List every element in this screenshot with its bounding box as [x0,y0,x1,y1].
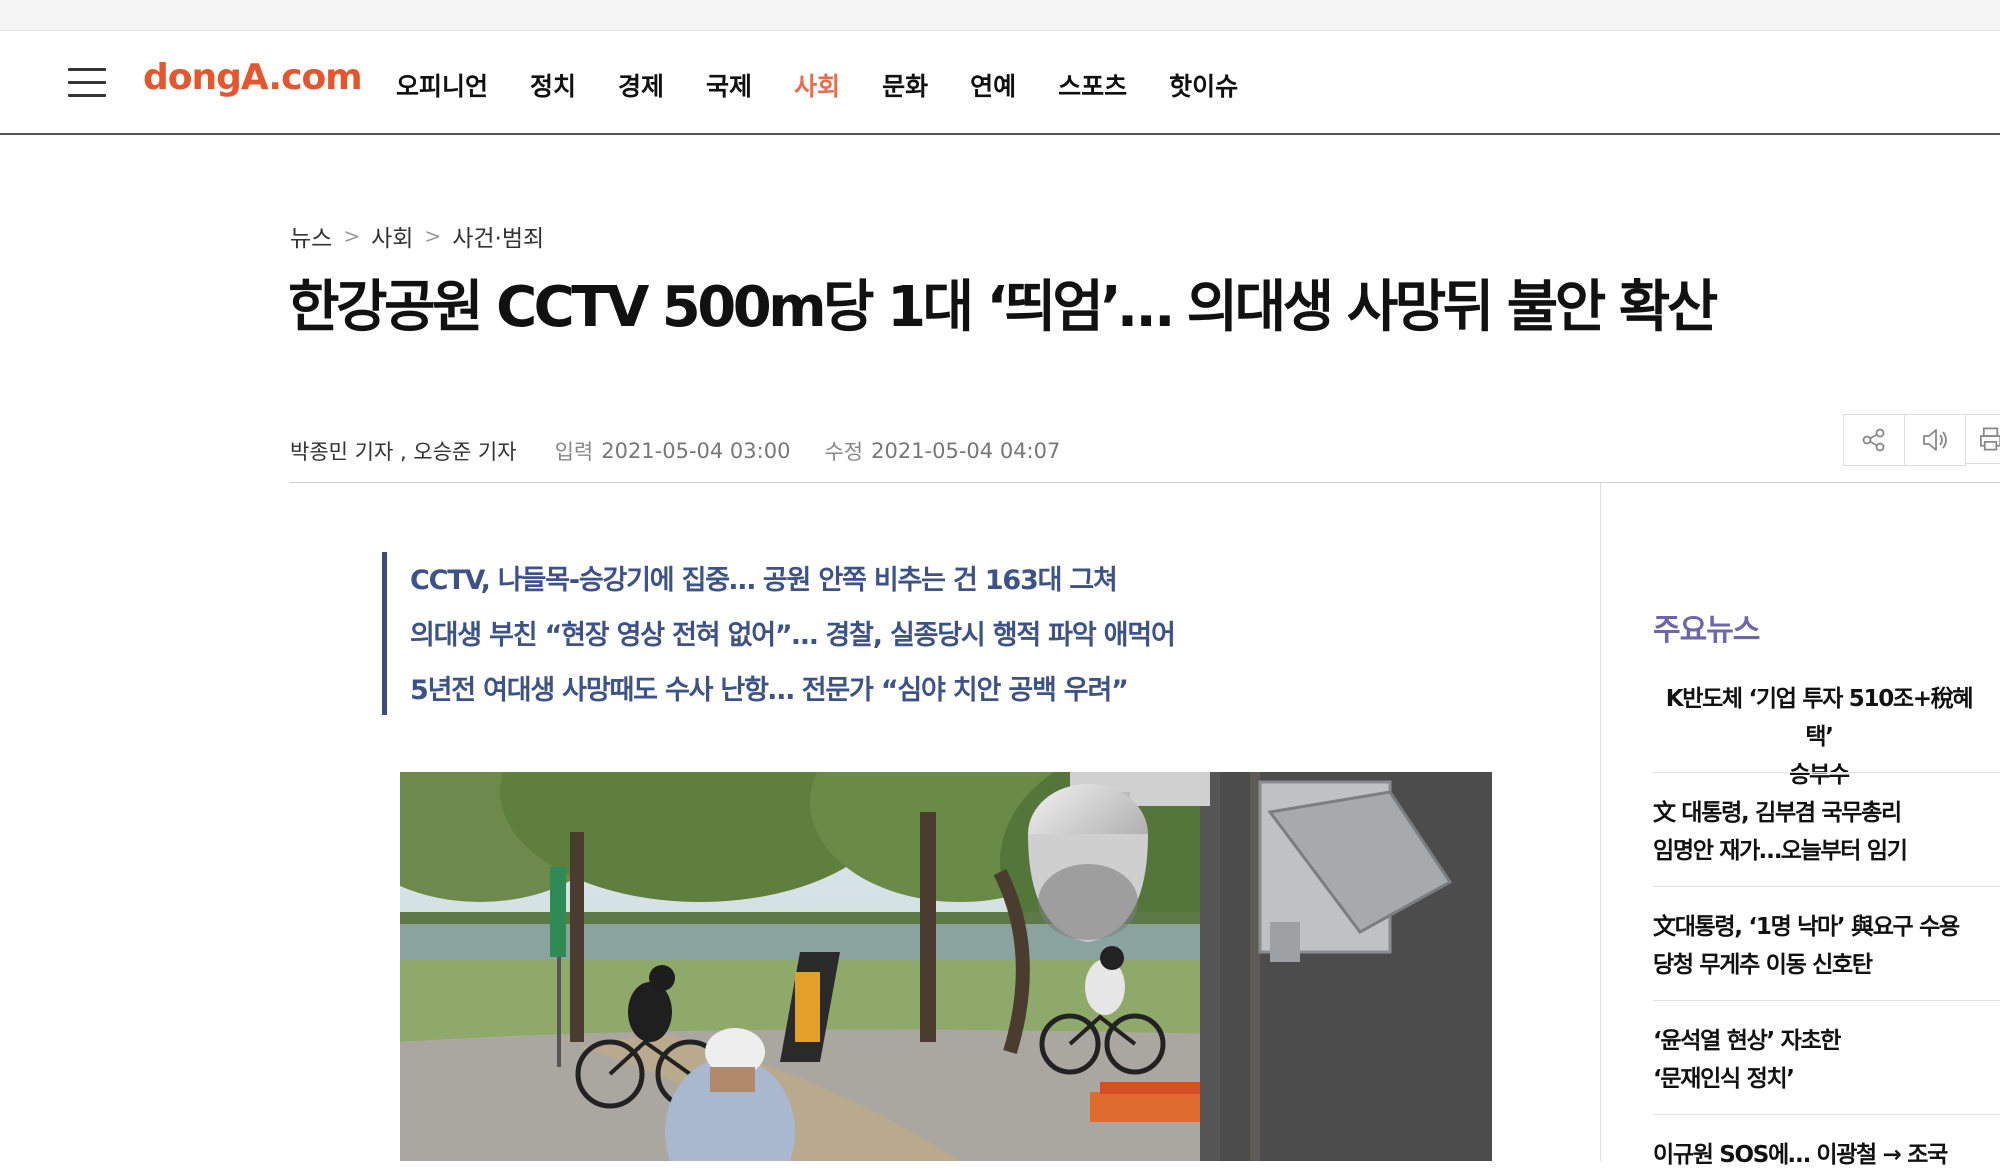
news-line: 당청 무게추 이동 신호탄 [1653,952,1873,978]
summary-line: 5년전 여대생 사망때도 수사 난항… 전문가 “심야 치안 공백 우려” [410,675,1129,706]
nav-item-politics[interactable]: 정치 [530,67,576,103]
news-line: K반도체 ‘기업 투자 510조+稅혜택’ [1665,686,1974,750]
nav-item-economy[interactable]: 경제 [618,67,664,103]
news-line: 이규원 SOS에… 이광철 → 조국 [1653,1142,1948,1168]
sidebar-news-item[interactable]: 文대통령, ‘1명 낙마’ 與요구 수용 당청 무게추 이동 신호탄 [1653,908,2000,984]
share-button[interactable] [1843,414,1905,466]
sidebar-divider-line [1653,1114,2000,1115]
summary-line: CCTV, 나들목-승강기에 집중… 공원 안쪽 비추는 건 163대 그쳐 [410,565,1118,596]
article-summary: CCTV, 나들목-승강기에 집중… 공원 안쪽 비추는 건 163대 그쳐 의… [382,552,1287,715]
article-photo[interactable] [400,772,1492,1161]
listen-button[interactable] [1904,414,1966,466]
breadcrumb-crime[interactable]: 사건·범죄 [452,219,544,253]
browser-top-strip [0,0,2000,31]
input-date: 2021-05-04 03:00 [601,439,791,463]
article-authors[interactable]: 박종민 기자 , 오승준 기자 [290,436,517,466]
main-nav: 오피니언 정치 경제 국제 사회 문화 연예 스포츠 핫이슈 [396,67,1280,103]
sidebar-divider-line [1653,772,2000,773]
breadcrumb-society[interactable]: 사회 [371,219,413,253]
sidebar-news-item[interactable]: 文 대통령, 김부겸 국무총리 임명안 재가…오늘부터 임기 [1653,794,2000,870]
breadcrumb-separator: > [424,224,442,248]
sidebar-title: 주요뉴스 [1653,613,1760,648]
breadcrumb: 뉴스 > 사회 > 사건·범죄 [290,219,544,253]
news-line: 文대통령, ‘1명 낙마’ 與요구 수용 [1653,914,1960,940]
modified-date: 2021-05-04 04:07 [871,439,1061,463]
hamburger-menu-icon[interactable] [68,68,106,98]
nav-item-sports[interactable]: 스포츠 [1058,67,1127,103]
share-icon [1862,428,1885,452]
article-headline: 한강공원 CCTV 500m당 1대 ‘띄엄’… 의대생 사망뒤 불안 확산 [288,275,1718,340]
sidebar-news-item[interactable]: ‘윤석열 현상’ 자초한 ‘문재인식 정치’ [1653,1022,2000,1098]
article-tools [1843,414,2000,466]
speaker-icon [1923,429,1947,451]
sidebar-news-item[interactable]: 이규원 SOS에… 이광철 → 조국 [1653,1136,2000,1174]
news-line: 文 대통령, 김부겸 국무총리 [1653,800,1902,826]
sidebar-divider-line [1653,1000,2000,1001]
sidebar-news-item[interactable]: K반도체 ‘기업 투자 510조+稅혜택’ 승부수 [1653,680,1985,794]
article-meta: 박종민 기자 , 오승준 기자 입력 2021-05-04 03:00 수정 2… [290,436,1060,466]
nav-item-entertainment[interactable]: 연예 [970,67,1016,103]
print-button[interactable] [1965,414,2000,464]
site-logo[interactable]: dongA.com [143,57,363,98]
meta-divider [289,482,2000,483]
nav-item-international[interactable]: 국제 [706,67,752,103]
news-line: ‘문재인식 정치’ [1653,1066,1795,1092]
nav-item-hot-issue[interactable]: 핫이슈 [1169,67,1238,103]
print-icon [1980,427,2000,451]
summary-line: 의대생 부친 “현장 영상 전혀 없어”… 경찰, 실종당시 행적 파악 애먹어 [410,620,1176,651]
site-header: dongA.com 오피니언 정치 경제 국제 사회 문화 연예 스포츠 핫이슈 [0,31,2000,135]
news-line: 임명안 재가…오늘부터 임기 [1653,838,1908,864]
cctv-park-photo [400,772,1492,1161]
breadcrumb-separator: > [343,224,361,248]
news-line: ‘윤석열 현상’ 자초한 [1653,1028,1841,1054]
breadcrumb-news[interactable]: 뉴스 [290,219,332,253]
news-line: 승부수 [1789,762,1850,788]
nav-item-society[interactable]: 사회 [794,67,840,103]
modified-date-label: 수정 [824,440,864,464]
nav-item-culture[interactable]: 문화 [882,67,928,103]
nav-item-opinion[interactable]: 오피니언 [396,67,488,103]
sidebar-divider-line [1653,886,2000,887]
sidebar-divider [1600,483,1601,1161]
input-date-label: 입력 [554,440,594,464]
